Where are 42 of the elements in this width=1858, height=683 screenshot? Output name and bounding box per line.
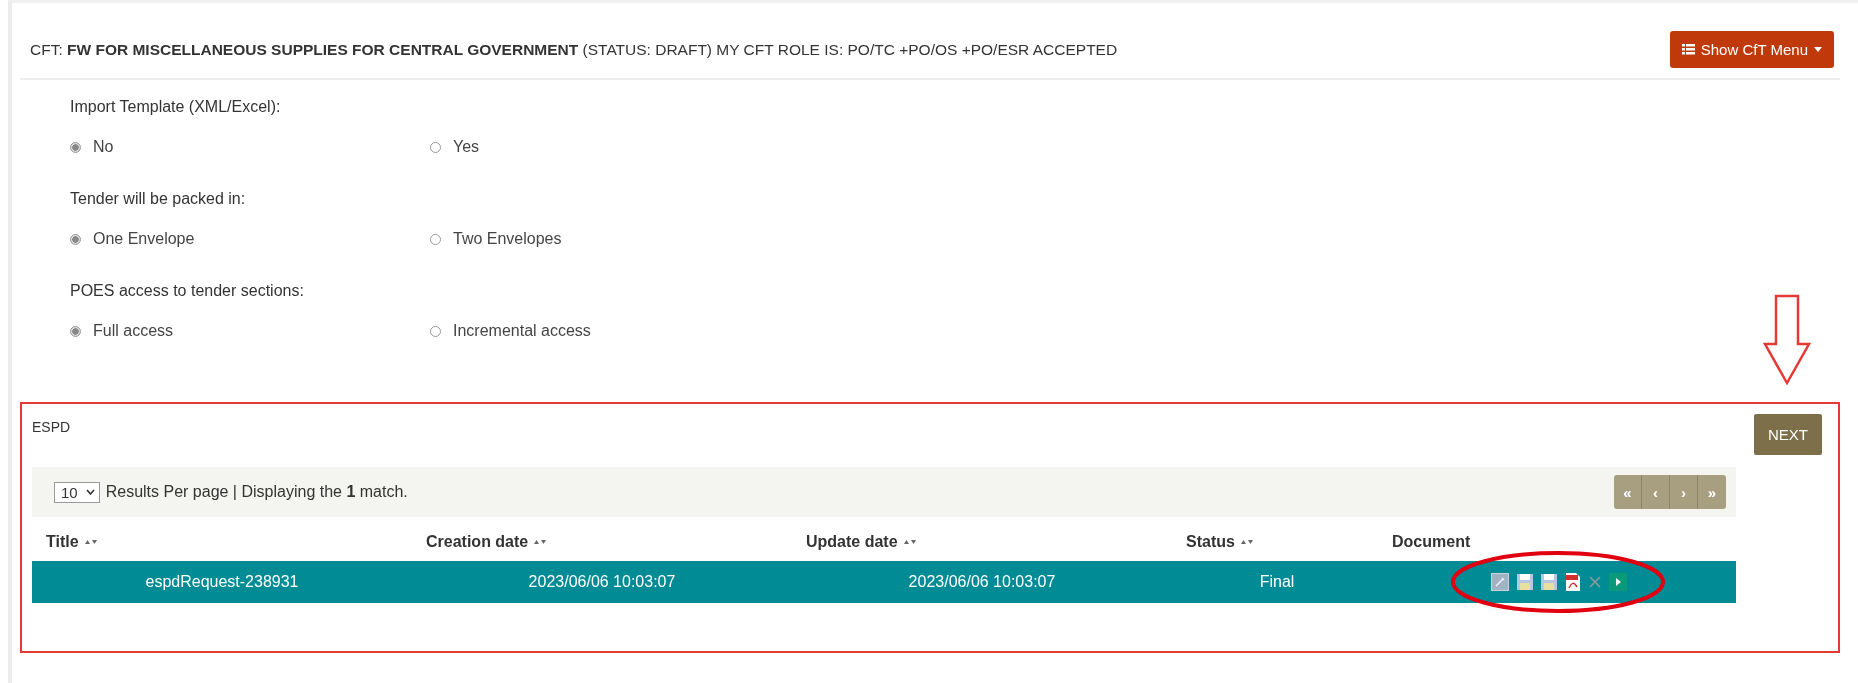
per-page-select[interactable]: 10 [54,481,100,503]
radio-button[interactable] [70,141,81,153]
sort-icon[interactable] [534,539,547,545]
page-title: CFT: FW FOR MISCELLANEOUS SUPPLIES FOR CENTRAL GOVERNMENT (STATUS: DRAFT) MY CFT ROLE IS: PO/TC +PO/OS +PO/ESR ACCEPTED [30,40,1118,59]
radio-button[interactable] [70,325,81,337]
option-label: One Envelope [93,230,195,248]
column-header[interactable]: Creation date [426,533,529,551]
table-row[interactable]: espdRequest-238931 2023/06/06 10:03:07 2023/06/06 10:03:07 Final [32,561,1736,603]
table-cell: 2023/06/06 10:03:07 [528,573,676,590]
list-icon [1681,44,1695,55]
table-cell: Final [1259,573,1295,590]
option-label: Incremental access [453,322,591,340]
column-header[interactable]: Update date [806,533,898,551]
field-label: Import Template (XML/Excel): [70,98,282,116]
option-label: Yes [453,138,480,156]
chevron-down-icon [85,489,95,495]
table-cell: 2023/06/06 10:03:07 [908,573,1056,590]
radio-button[interactable] [430,141,441,153]
table-cell: espdRequest-238931 [145,573,299,590]
column-header[interactable]: Title [46,533,79,551]
next-button[interactable]: NEXT [1754,414,1822,455]
column-header[interactable]: Status [1186,533,1235,551]
play-icon[interactable] [1609,573,1627,591]
sort-icon[interactable] [1240,539,1253,545]
option-label: Two Envelopes [453,230,562,248]
sort-icon[interactable] [84,539,97,545]
down-arrow-icon [1762,294,1812,386]
pdf-icon[interactable] [1565,573,1581,591]
radio-button[interactable] [70,233,81,245]
option-label: Full access [93,322,174,340]
show-menu-button[interactable]: Show CfT Menu [1669,31,1834,68]
results-summary: Results Per page | Displaying the 1 match. [105,483,408,501]
section-title: ESPD [32,418,71,435]
radio-button[interactable] [430,233,441,245]
option-label: No [93,138,114,156]
radio-button[interactable] [430,325,441,337]
field-label: POES access to tender sections: [70,282,305,300]
field-label: Tender will be packed in: [70,190,247,208]
edit-icon[interactable] [1491,573,1509,591]
column-header[interactable]: Document [1392,533,1471,551]
sort-icon[interactable] [903,539,916,545]
caret-icon [1814,47,1822,52]
